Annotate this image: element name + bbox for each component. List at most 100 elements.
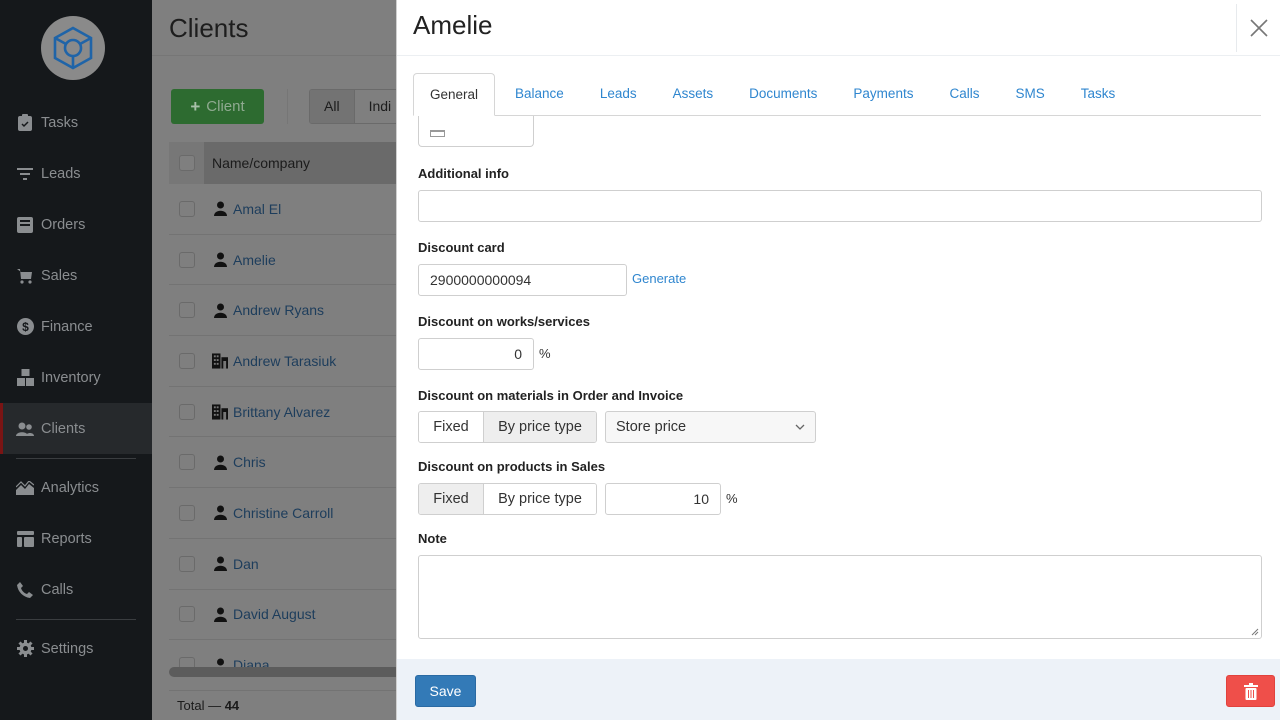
tab-balance[interactable]: Balance — [499, 73, 580, 115]
close-button[interactable] — [1236, 4, 1280, 52]
resize-grip-icon[interactable] — [1251, 628, 1259, 636]
nav-divider — [16, 458, 136, 459]
name-cell: Christine Carroll — [204, 505, 333, 521]
table-row[interactable]: Chris — [169, 437, 399, 489]
discount-works-input[interactable]: 0 — [418, 338, 534, 370]
sidebar-item-finance[interactable]: $ Finance — [0, 301, 152, 352]
note-label: Note — [418, 531, 447, 546]
sidebar-item-label: Tasks — [41, 114, 79, 131]
row-checkbox[interactable] — [178, 454, 195, 471]
column-header-name[interactable]: Name/company — [204, 142, 399, 184]
client-name-link[interactable]: Chris — [233, 454, 266, 470]
row-checkbox[interactable] — [178, 352, 195, 369]
row-checkbox[interactable] — [178, 555, 195, 572]
discount-card-input[interactable]: 2900000000094 — [418, 264, 627, 296]
drawer-header: Amelie — [397, 0, 1280, 56]
table-row[interactable]: Diana — [169, 640, 399, 691]
table-row[interactable]: Amal El — [169, 184, 399, 235]
select-all-checkbox[interactable] — [178, 155, 195, 171]
additional-info-input[interactable] — [418, 190, 1262, 222]
note-textarea[interactable] — [418, 555, 1262, 639]
save-button[interactable]: Save — [415, 675, 476, 707]
drawer-footer: Save — [397, 659, 1280, 720]
materials-by-price-type-option[interactable]: By price type — [483, 412, 596, 442]
person-icon — [212, 454, 228, 470]
name-cell: Andrew Ryans — [204, 302, 324, 318]
table-row[interactable]: Andrew Tarasiuk — [169, 336, 399, 387]
row-checkbox[interactable] — [178, 504, 195, 521]
row-checkbox[interactable] — [178, 403, 195, 420]
price-type-value: Store price — [616, 419, 687, 435]
tab-leads[interactable]: Leads — [584, 73, 653, 115]
tab-documents[interactable]: Documents — [733, 73, 833, 115]
client-name-link[interactable]: Dan — [233, 556, 259, 572]
generate-card-link[interactable]: Generate — [632, 271, 686, 286]
row-checkbox-cell — [169, 302, 204, 319]
table-row[interactable]: Brittany Alvarez — [169, 387, 399, 438]
client-name-link[interactable]: Andrew Ryans — [233, 302, 324, 318]
additional-info-label: Additional info — [418, 166, 509, 181]
price-type-select[interactable]: Store price — [605, 411, 816, 443]
nav-divider — [16, 619, 136, 620]
table-row[interactable]: David August — [169, 590, 399, 641]
materials-fixed-option[interactable]: Fixed — [419, 412, 483, 442]
tab-sms[interactable]: SMS — [999, 73, 1060, 115]
name-cell: Amelie — [204, 252, 276, 268]
sidebar-item-label: Finance — [41, 318, 93, 335]
sidebar-item-label: Settings — [41, 640, 94, 657]
tab-general[interactable]: General — [413, 73, 496, 116]
add-client-button[interactable]: + Client — [171, 89, 264, 124]
row-checkbox[interactable] — [178, 251, 195, 268]
client-name-link[interactable]: David August — [233, 606, 316, 622]
sidebar-item-inventory[interactable]: Inventory — [0, 352, 152, 403]
row-checkbox[interactable] — [178, 302, 195, 319]
client-name-link[interactable]: Christine Carroll — [233, 505, 333, 521]
sidebar-item-analytics[interactable]: Analytics — [0, 462, 152, 513]
sidebar-item-reports[interactable]: Reports — [0, 513, 152, 564]
toolbar-divider — [287, 89, 288, 124]
tab-assets[interactable]: Assets — [657, 73, 730, 115]
company-icon — [212, 404, 228, 420]
tab-calls[interactable]: Calls — [933, 73, 995, 115]
tab-tasks[interactable]: Tasks — [1065, 73, 1132, 115]
discount-card-label: Discount card — [418, 240, 505, 255]
row-checkbox[interactable] — [178, 200, 195, 217]
row-checkbox-cell — [169, 555, 204, 572]
table-row[interactable]: Amelie — [169, 235, 399, 286]
row-checkbox-cell — [169, 454, 204, 471]
client-name-link[interactable]: Andrew Tarasiuk — [233, 353, 336, 369]
filter-all[interactable]: All — [310, 90, 355, 123]
horizontal-scrollbar[interactable] — [169, 667, 409, 677]
discount-products-input[interactable]: 10 — [605, 483, 721, 515]
client-name-link[interactable]: Amelie — [233, 252, 276, 268]
sidebar-item-settings[interactable]: Settings — [0, 623, 152, 674]
sidebar-item-sales[interactable]: Sales — [0, 250, 152, 301]
delete-button[interactable] — [1226, 675, 1275, 707]
sidebar-item-label: Orders — [41, 216, 86, 233]
sidebar-item-label: Inventory — [41, 369, 101, 386]
tab-payments[interactable]: Payments — [837, 73, 929, 115]
sidebar-item-clients[interactable]: Clients — [0, 403, 152, 454]
table-header: Name/company — [169, 142, 399, 184]
cart-icon — [16, 267, 34, 285]
client-name-link[interactable]: Amal El — [233, 201, 281, 217]
table-row[interactable]: Christine Carroll — [169, 488, 399, 539]
app-logo[interactable] — [41, 16, 105, 80]
sidebar-item-tasks[interactable]: Tasks — [0, 97, 152, 148]
row-checkbox[interactable] — [178, 606, 195, 623]
products-by-price-type-option[interactable]: By price type — [483, 484, 596, 514]
products-fixed-option[interactable]: Fixed — [419, 484, 483, 514]
discount-works-unit: % — [539, 346, 551, 361]
sidebar-item-label: Sales — [41, 267, 78, 284]
table-row[interactable]: Dan — [169, 539, 399, 590]
table-row[interactable]: Andrew Ryans — [169, 285, 399, 337]
sidebar-nav: Tasks Leads Orders Sales $ Finance Inven… — [0, 97, 152, 674]
sidebar-item-leads[interactable]: Leads — [0, 148, 152, 199]
sidebar: Tasks Leads Orders Sales $ Finance Inven… — [0, 0, 152, 720]
svg-text:$: $ — [22, 320, 29, 334]
client-name-link[interactable]: Brittany Alvarez — [233, 404, 330, 420]
date-input[interactable] — [418, 116, 534, 147]
sidebar-item-calls[interactable]: Calls — [0, 564, 152, 615]
sidebar-item-orders[interactable]: Orders — [0, 199, 152, 250]
row-checkbox-cell — [169, 606, 204, 623]
